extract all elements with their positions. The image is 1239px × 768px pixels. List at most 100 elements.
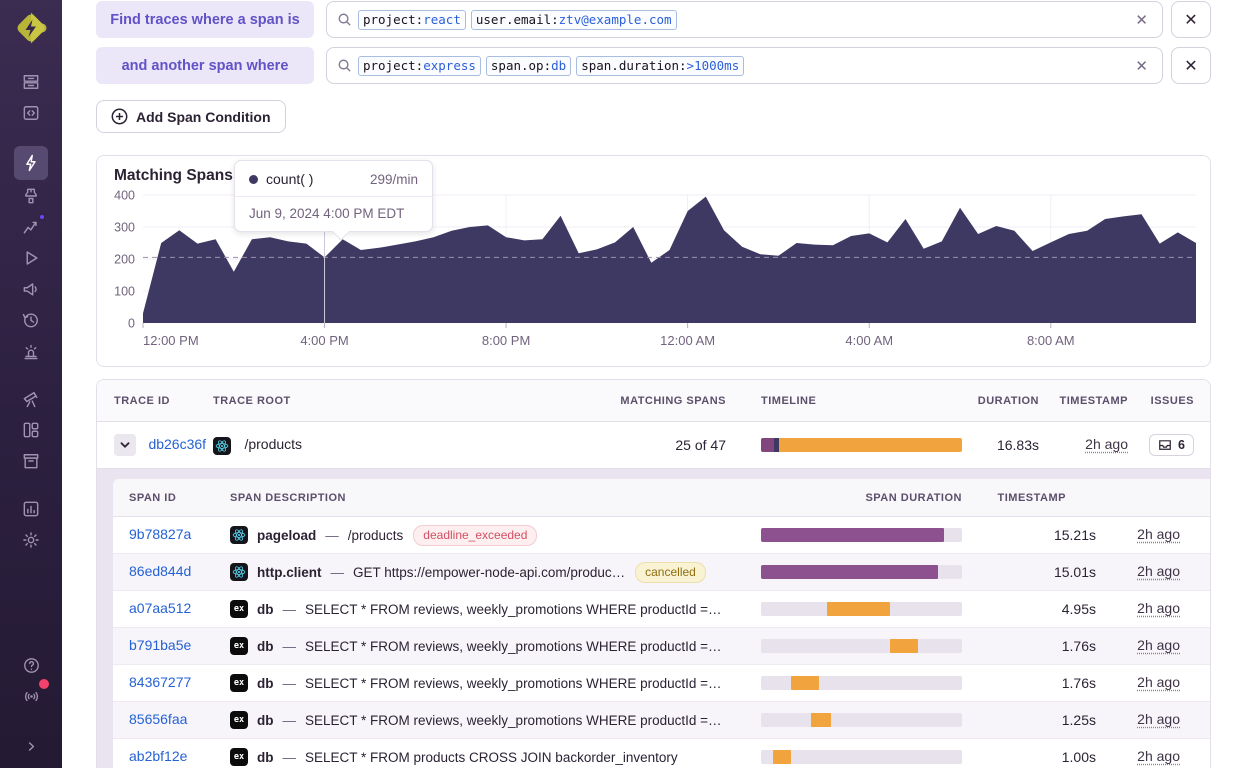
sidebar-group-explore (0, 146, 62, 367)
clear-search-button[interactable]: ✕ (1131, 57, 1152, 75)
trace-root-name[interactable]: /products (244, 436, 302, 452)
span-id-link[interactable]: 9b78827a (129, 526, 191, 542)
span-timestamp-cell: 2h ago (1096, 600, 1210, 618)
sidebar-item-replays[interactable] (14, 243, 48, 273)
filter-token[interactable]: user.email:ztv@example.com (471, 10, 677, 30)
span-timestamp: 2h ago (1137, 674, 1180, 690)
x-axis-tick-label: 12:00 PM (143, 333, 199, 348)
column-header-issues[interactable]: Issues (1128, 395, 1210, 407)
span-timeline-cell (761, 565, 962, 579)
span-row: 9b78827apageload—/productsdeadline_excee… (113, 517, 1210, 554)
x-axis-tick-label: 8:00 AM (1027, 333, 1075, 348)
sidebar-item-alerts[interactable] (14, 336, 48, 366)
span-id-link[interactable]: 86ed844d (129, 563, 191, 579)
separator: — (283, 676, 297, 691)
express-icon: ex (230, 674, 248, 692)
filter-token[interactable]: span.op:db (486, 56, 571, 76)
span-id-link[interactable]: a07aa512 (129, 600, 191, 616)
sidebar-item-dashboards[interactable] (14, 415, 48, 445)
sidebar-item-traces[interactable] (14, 146, 48, 180)
token-key: span.op: (491, 58, 551, 73)
replays-icon (21, 248, 41, 268)
trace-duration: 16.83s (962, 437, 1039, 453)
sidebar-item-crons[interactable] (14, 305, 48, 335)
token-value: >1000ms (687, 58, 740, 73)
column-header-trace-id[interactable]: Trace ID (97, 395, 213, 407)
span-duration: 1.76s (962, 675, 1096, 691)
sidebar-group-tools (0, 384, 62, 477)
token-value: express (423, 58, 476, 73)
add-span-condition-button[interactable]: Add Span Condition (96, 100, 286, 133)
span-column-header-timestamp[interactable]: Timestamp (962, 492, 1096, 504)
filter-token[interactable]: project:express (358, 56, 481, 76)
span-id-cell: b791ba5e (113, 637, 230, 655)
span-duration: 1.25s (962, 712, 1096, 728)
chevron-down-icon (119, 439, 131, 451)
plus-circle-icon (111, 108, 128, 125)
sidebar-item-insights[interactable] (14, 212, 48, 242)
span-search-input[interactable]: project:expressspan.op:dbspan.duration:>… (326, 47, 1163, 84)
span-id-cell: 86ed844d (113, 563, 230, 581)
span-id-link[interactable]: ab2bf12e (129, 748, 187, 764)
delete-condition-button[interactable]: ✕ (1171, 47, 1211, 84)
span-id-link[interactable]: b791ba5e (129, 637, 191, 653)
span-id-link[interactable]: 84367277 (129, 674, 191, 690)
sidebar-item-stats[interactable] (14, 494, 48, 524)
column-header-timestamp[interactable]: Timestamp (1039, 395, 1128, 407)
sidebar-item-feedback[interactable] (14, 274, 48, 304)
column-header-matching-spans[interactable]: Matching Spans (599, 395, 726, 407)
span-duration: 1.76s (962, 638, 1096, 654)
filter-token[interactable]: span.duration:>1000ms (576, 56, 744, 76)
clear-search-button[interactable]: ✕ (1131, 11, 1152, 29)
trace-id-link[interactable]: db26c36f (148, 436, 206, 452)
token-key: project: (363, 58, 423, 73)
span-description-text: SELECT * FROM reviews, weekly_promotions… (305, 602, 722, 617)
span-description-text: SELECT * FROM reviews, weekly_promotions… (305, 713, 722, 728)
query-row: and another span whereproject:expressspa… (96, 47, 1211, 84)
separator: — (283, 602, 297, 617)
status-badge: deadline_exceeded (413, 525, 537, 546)
span-op: db (257, 713, 274, 728)
sidebar-item-releases[interactable] (14, 446, 48, 476)
collapse-trace-button[interactable] (114, 434, 136, 456)
tooltip-series-name: count( ) (266, 171, 362, 187)
sidebar-item-chevron-right[interactable] (14, 731, 48, 761)
filter-token[interactable]: project:react (358, 10, 466, 30)
delete-condition-button[interactable]: ✕ (1171, 1, 1211, 38)
sentry-logo[interactable] (0, 0, 62, 56)
column-header-trace-root[interactable]: Trace Root (213, 395, 599, 407)
sidebar-bottom-group (0, 650, 62, 712)
sidebar-item-broadcast[interactable] (14, 681, 48, 711)
releases-icon (21, 451, 41, 471)
sidebar-item-profiling[interactable] (14, 181, 48, 211)
query-row: Find traces where a span isproject:react… (96, 1, 1211, 38)
span-timestamp: 2h ago (1137, 637, 1180, 653)
span-timestamp-cell: 2h ago (1096, 674, 1210, 692)
span-op: db (257, 602, 274, 617)
span-table-header: Span IDSpan DescriptionSpan DurationTime… (113, 479, 1210, 517)
span-timeline-track (761, 713, 962, 727)
sidebar-item-settings[interactable] (14, 525, 48, 555)
span-column-header-span-id[interactable]: Span ID (113, 492, 230, 504)
span-description-cell: exdb—SELECT * FROM reviews, weekly_promo… (230, 711, 761, 729)
span-search-input[interactable]: project:reactuser.email:ztv@example.com ✕ (326, 1, 1163, 38)
trace-table-header: Trace IDTrace RootMatching SpansTimeline… (97, 380, 1210, 422)
span-timeline-bar (827, 602, 889, 616)
column-header-timeline[interactable]: Timeline (726, 395, 962, 407)
column-header-duration[interactable]: Duration (962, 395, 1039, 407)
sidebar-item-issues[interactable] (14, 67, 48, 97)
dashboards-icon (21, 420, 41, 440)
issues-badge[interactable]: 6 (1149, 434, 1194, 456)
sidebar-item-help[interactable] (14, 650, 48, 680)
filter-token-list: project:reactuser.email:ztv@example.com (358, 10, 1125, 30)
span-column-header-span-duration[interactable]: Span Duration (761, 492, 962, 504)
issues-icon (21, 72, 41, 92)
span-column-header-span-description[interactable]: Span Description (230, 492, 761, 504)
span-id-link[interactable]: 85656faa (129, 711, 187, 727)
express-icon: ex (230, 711, 248, 729)
sidebar-item-discover[interactable] (14, 384, 48, 414)
span-id-cell: ab2bf12e (113, 748, 230, 766)
sidebar-group-main (0, 67, 62, 129)
sidebar-item-projects[interactable] (14, 98, 48, 128)
span-description-cell: exdb—SELECT * FROM reviews, weekly_promo… (230, 637, 761, 655)
